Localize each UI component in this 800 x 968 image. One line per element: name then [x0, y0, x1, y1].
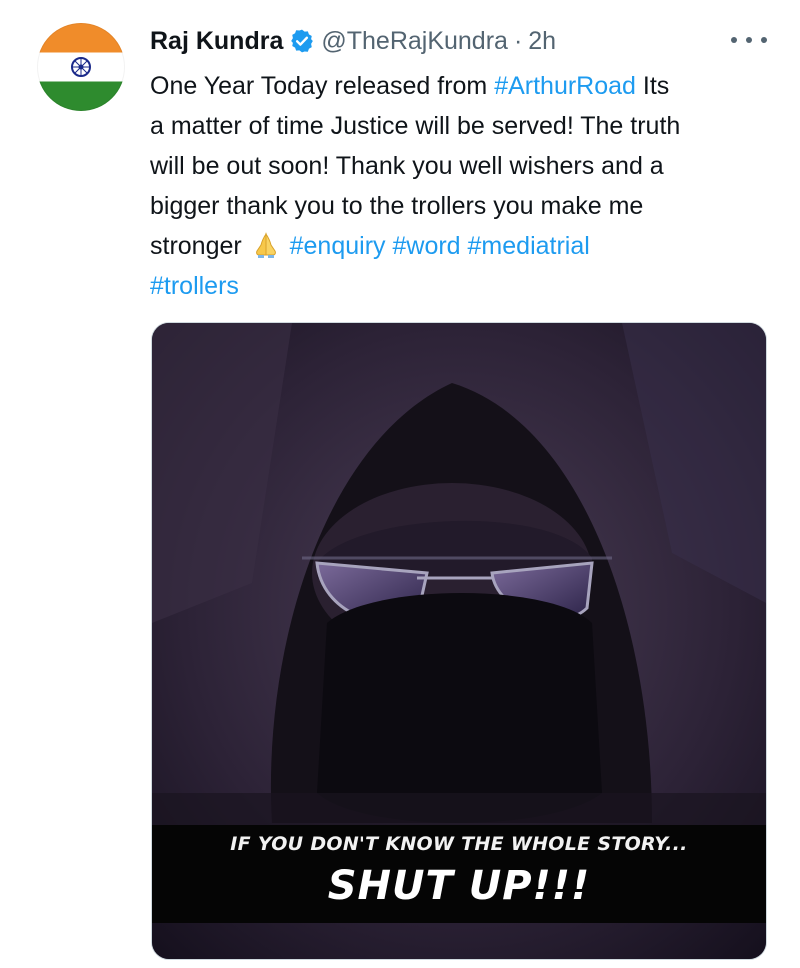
tweet-text-segment: One Year Today released from — [150, 72, 495, 100]
hashtag-link[interactable]: #mediatrial — [468, 232, 590, 260]
more-options-icon[interactable] — [731, 30, 767, 50]
hashtag-link[interactable]: #word — [392, 232, 460, 260]
timestamp[interactable]: 2h — [528, 27, 556, 56]
hashtag-link[interactable]: #trollers — [150, 272, 239, 300]
indian-flag-avatar-icon — [71, 57, 91, 77]
tweet-media-image[interactable]: IF YOU DON'T KNOW THE WHOLE STORY... SHU… — [151, 322, 767, 960]
image-caption-line2: SHUT UP!!! — [327, 863, 591, 909]
tweet-header: Raj Kundra @TheRajKundra · 2h — [150, 24, 556, 58]
verified-badge-icon — [289, 28, 315, 54]
image-caption-line1: IF YOU DON'T KNOW THE WHOLE STORY... — [230, 833, 688, 855]
tweet-text-line: a matter of time Justice will be served!… — [150, 112, 681, 140]
separator-dot: · — [513, 26, 523, 55]
hashtag-link[interactable]: #ArthurRoad — [494, 72, 636, 100]
tweet-text-segment: stronger — [150, 232, 249, 260]
tweet-text-line: will be out soon! Thank you well wishers… — [150, 152, 664, 180]
author-handle[interactable]: @TheRajKundra — [321, 27, 508, 56]
avatar[interactable] — [37, 23, 125, 111]
author-name[interactable]: Raj Kundra — [150, 27, 283, 56]
folded-hands-emoji-icon — [251, 229, 281, 259]
hashtag-link[interactable]: #enquiry — [290, 232, 386, 260]
tweet-text-segment: Its — [635, 72, 670, 100]
tweet-text-line: bigger thank you to the trollers you mak… — [150, 192, 644, 220]
tweet-text: One Year Today released from #ArthurRoad… — [150, 66, 775, 306]
